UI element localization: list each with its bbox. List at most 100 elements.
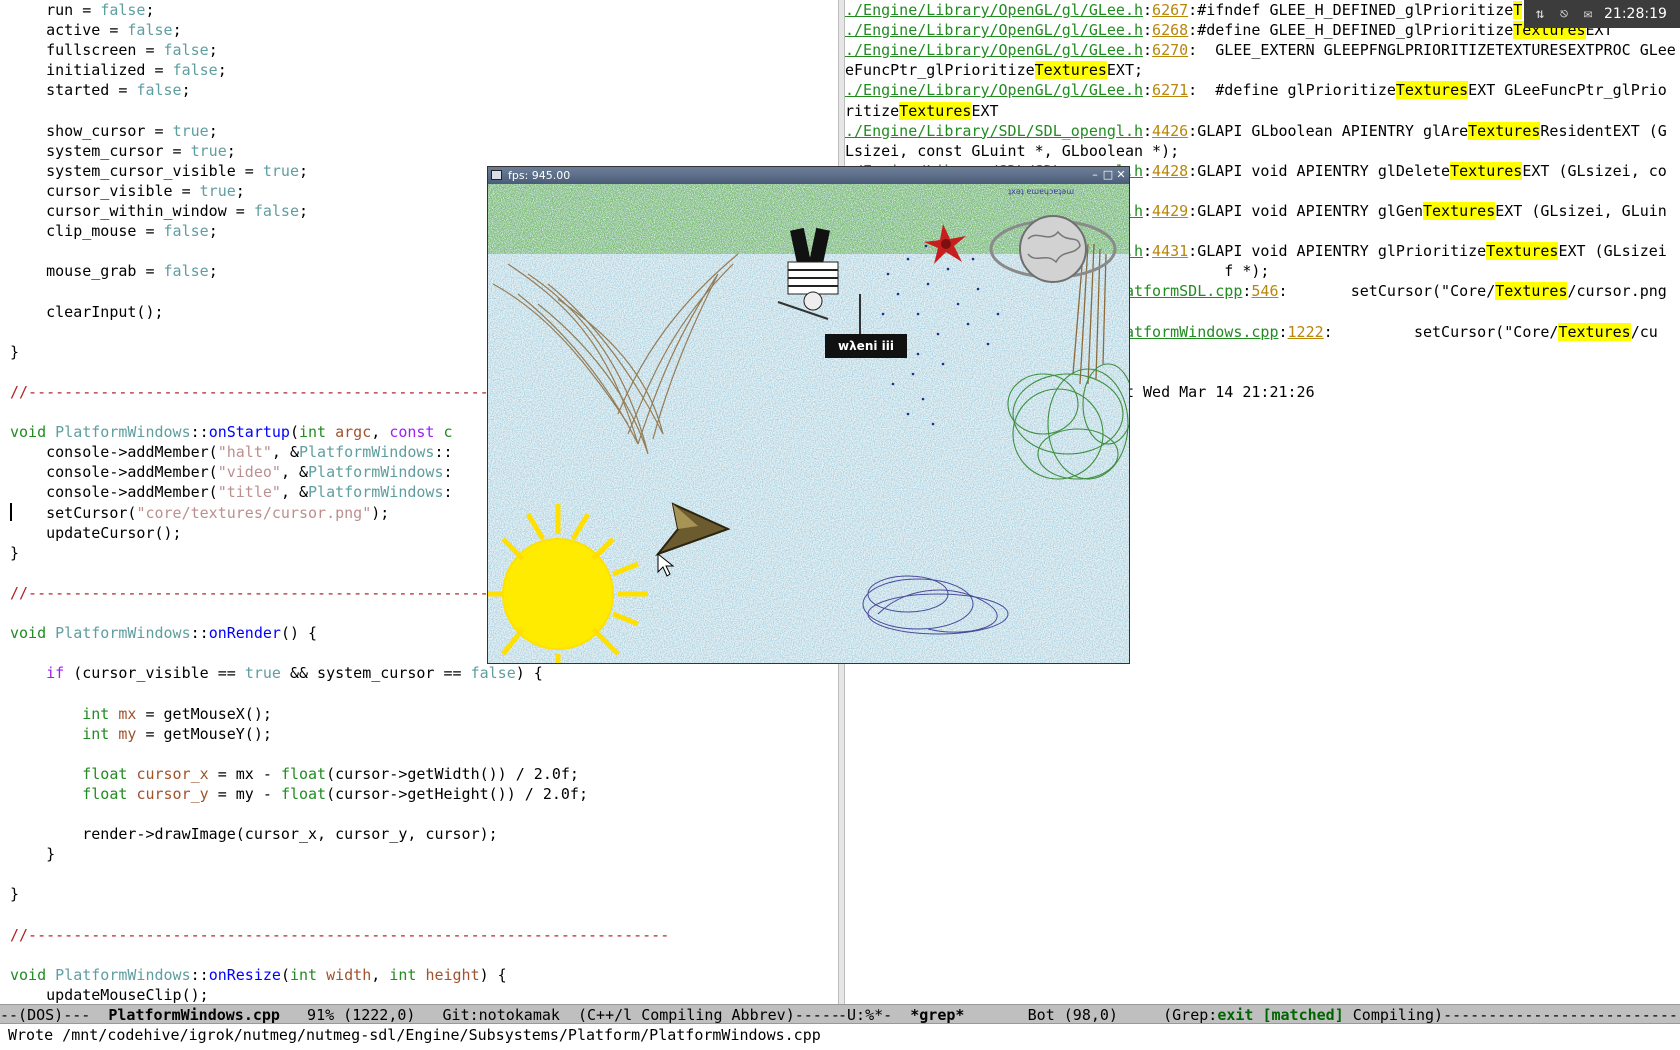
code-token: : bbox=[1143, 81, 1153, 100]
code-token: ; bbox=[208, 222, 218, 241]
code-token: cursor_visible = bbox=[10, 181, 200, 200]
game-window-title: fps: 945.00 bbox=[508, 169, 571, 182]
grep-line-number-link[interactable]: 1222 bbox=[1288, 323, 1324, 341]
code-token: ; bbox=[208, 262, 218, 281]
grep-line-number-link[interactable]: 4428 bbox=[1152, 162, 1188, 180]
code-line: void PlatformWindows::onRender() { bbox=[10, 623, 317, 643]
code-token: PlatformWindows bbox=[55, 624, 191, 643]
grep-line-number-link[interactable]: 546 bbox=[1251, 282, 1278, 300]
code-token: ; bbox=[208, 121, 218, 140]
modeline-prefix: -U:%*- bbox=[838, 1006, 911, 1024]
grep-line: eFuncPtr_glPrioritizeTexturesEXT; bbox=[845, 60, 1143, 80]
code-token: Textures bbox=[1558, 322, 1631, 341]
code-token: active = bbox=[10, 21, 128, 40]
grep-line-number-link[interactable]: 6268 bbox=[1152, 21, 1188, 39]
close-icon[interactable]: ✕ bbox=[1115, 169, 1127, 181]
code-token: float bbox=[82, 764, 137, 783]
grep-file-link[interactable]: ./Engine/Library/OpenGL/gl/GLee.h bbox=[845, 21, 1143, 39]
code-token: Textures bbox=[899, 101, 972, 120]
grep-line: ./Engine/Library/OpenGL/gl/GLee.h:6268:#… bbox=[845, 20, 1613, 40]
code-token: :: bbox=[434, 443, 453, 462]
code-line: updateCursor(); bbox=[10, 523, 181, 543]
code-token: int bbox=[82, 724, 119, 743]
grep-line-number-link[interactable]: 4431 bbox=[1152, 242, 1188, 260]
code-token: Lsizei, const GLuint *, GLboolean *); bbox=[845, 141, 1180, 160]
code-token: ; bbox=[299, 202, 309, 220]
code-token: , bbox=[371, 965, 390, 984]
code-token: ritize bbox=[845, 101, 900, 120]
code-token: "video" bbox=[217, 463, 281, 482]
code-line: clearInput(); bbox=[10, 302, 164, 322]
grep-line-number-link[interactable]: 6267 bbox=[1152, 1, 1188, 19]
code-token: true bbox=[244, 664, 281, 683]
code-token: ) { bbox=[479, 965, 507, 984]
grep-file-link[interactable]: ./Engine/Library/OpenGL/gl/GLee.h bbox=[845, 1, 1143, 19]
code-token: , & bbox=[280, 463, 309, 482]
code-token: //--------------------------------------… bbox=[10, 925, 670, 944]
code-token: onStartup bbox=[208, 423, 290, 442]
game-titlebar[interactable]: fps: 945.00 – □ ✕ bbox=[488, 167, 1129, 184]
code-token: Textures bbox=[1495, 282, 1568, 301]
grep-file-link[interactable]: ./Engine/Library/OpenGL/gl/GLee.h bbox=[845, 81, 1143, 99]
grep-line: ./Engine/Library/OpenGL/gl/GLee.h:6270: … bbox=[845, 40, 1676, 60]
code-token: , & bbox=[271, 443, 299, 462]
code-token: ( bbox=[289, 423, 299, 442]
grep-file-link[interactable]: ./Engine/Library/SDL/SDL_opengl.h bbox=[845, 122, 1143, 140]
game-canvas[interactable]: wλeni iii ʇxǝʇ ɐɯɐɥɔɐʇǝɯ bbox=[488, 184, 1129, 663]
modeline-info: 91% (1222,0) Git:notokamak (C++/l Compil… bbox=[307, 1006, 838, 1024]
code-token: , & bbox=[280, 483, 309, 502]
code-token: PlatformWindows bbox=[308, 463, 444, 482]
code-token: PlatformWindows bbox=[55, 423, 191, 442]
code-token: show_cursor = bbox=[10, 121, 173, 140]
code-token: clearInput(); bbox=[10, 302, 164, 321]
code-token: : bbox=[1143, 121, 1153, 140]
network-icon[interactable]: ⇅ bbox=[1530, 5, 1550, 23]
text-cursor bbox=[10, 503, 12, 521]
code-token: mouse_grab = bbox=[10, 262, 164, 281]
code-token: EXT (GLsizei, GLuin bbox=[1495, 202, 1667, 220]
code-token: : bbox=[1143, 41, 1153, 60]
code-token: : bbox=[1278, 322, 1288, 341]
clock[interactable]: 21:28:19 bbox=[1604, 0, 1667, 28]
code-line: system_cursor = true; bbox=[10, 141, 236, 161]
minibuffer[interactable]: Wrote /mnt/codehive/igrok/nutmeg/nutmeg-… bbox=[0, 1024, 1680, 1050]
code-token: onRender bbox=[208, 624, 281, 643]
code-line: setCursor("core/textures/cursor.png"); bbox=[10, 503, 389, 523]
minimize-icon[interactable]: – bbox=[1089, 169, 1101, 181]
modeline-buffer-name[interactable]: *grep* bbox=[910, 1006, 964, 1023]
code-token: true bbox=[190, 141, 227, 160]
code-line: void PlatformWindows::onStartup(int argc… bbox=[10, 422, 453, 442]
maximize-icon[interactable]: □ bbox=[1102, 169, 1114, 181]
code-token: : bbox=[443, 463, 453, 482]
code-token: c bbox=[443, 423, 453, 442]
grep-line-number-link[interactable]: 6270 bbox=[1152, 41, 1188, 59]
grep-file-link[interactable]: ./Engine/Library/OpenGL/gl/GLee.h bbox=[845, 41, 1143, 59]
grep-line-number-link[interactable]: 4429 bbox=[1152, 202, 1188, 220]
code-token: initialized = bbox=[10, 61, 173, 80]
grep-line: ritizeTexturesEXT bbox=[845, 101, 999, 121]
modeline-buffer-name[interactable]: PlatformWindows.cpp bbox=[108, 1006, 280, 1023]
code-token: render->drawImage(cursor_x, cursor_y, cu… bbox=[10, 825, 498, 844]
code-line: } bbox=[10, 543, 19, 563]
game-window[interactable]: fps: 945.00 – □ ✕ wλeni iii ʇxǝʇ ɐɯɐɥɔɐʇ… bbox=[487, 166, 1130, 664]
code-token: true bbox=[262, 161, 299, 180]
modeline-info: Bot (98,0) (Grep: bbox=[964, 1006, 1218, 1024]
code-token: float bbox=[82, 784, 137, 803]
grep-line-number-link[interactable]: 6271 bbox=[1152, 81, 1188, 99]
code-token: : GLEE_EXTERN GLEEPFNGLPRIORITIZETEXTURE… bbox=[1188, 41, 1676, 60]
grep-line-number-link[interactable]: 4426 bbox=[1152, 122, 1188, 140]
code-token: int bbox=[289, 965, 327, 984]
code-token: console->addMember( bbox=[10, 443, 218, 462]
code-token: my bbox=[118, 724, 137, 743]
code-line: render->drawImage(cursor_x, cursor_y, cu… bbox=[10, 824, 498, 844]
power-icon[interactable]: ⎋ bbox=[1554, 5, 1574, 23]
code-token: width bbox=[326, 965, 372, 984]
code-line: started = false; bbox=[10, 80, 191, 100]
mail-icon[interactable]: ✉ bbox=[1578, 5, 1598, 23]
code-line: } bbox=[10, 844, 55, 864]
code-token: Textures bbox=[1486, 242, 1559, 261]
